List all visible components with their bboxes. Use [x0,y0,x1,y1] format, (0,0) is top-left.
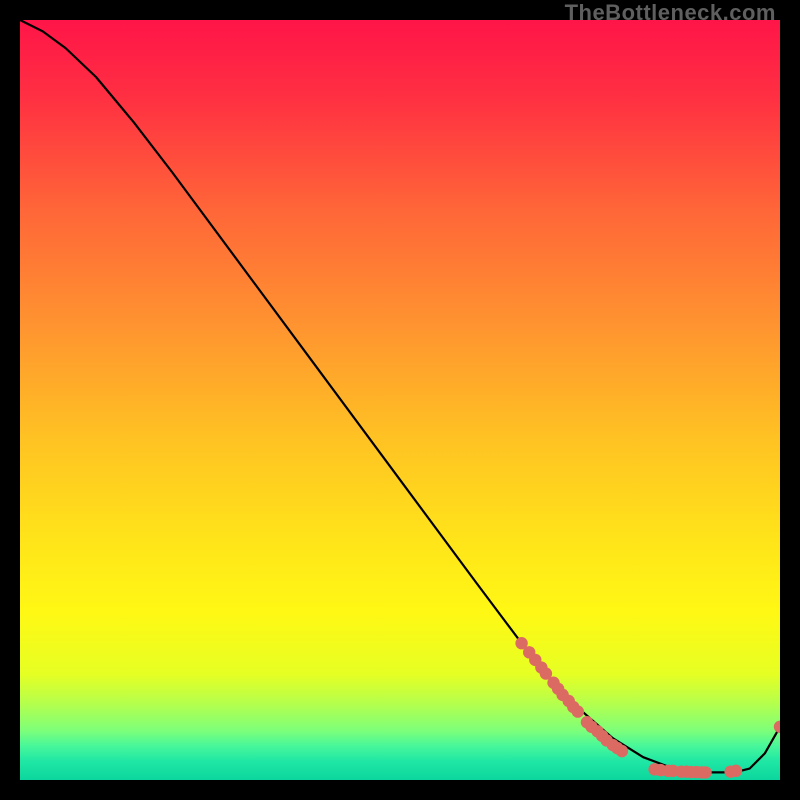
data-point [572,705,584,717]
data-point [730,765,742,777]
gradient-background [20,20,780,780]
chart-svg [20,20,780,780]
data-point [699,766,711,778]
data-point [616,745,628,757]
chart-stage: TheBottleneck.com [0,0,800,800]
